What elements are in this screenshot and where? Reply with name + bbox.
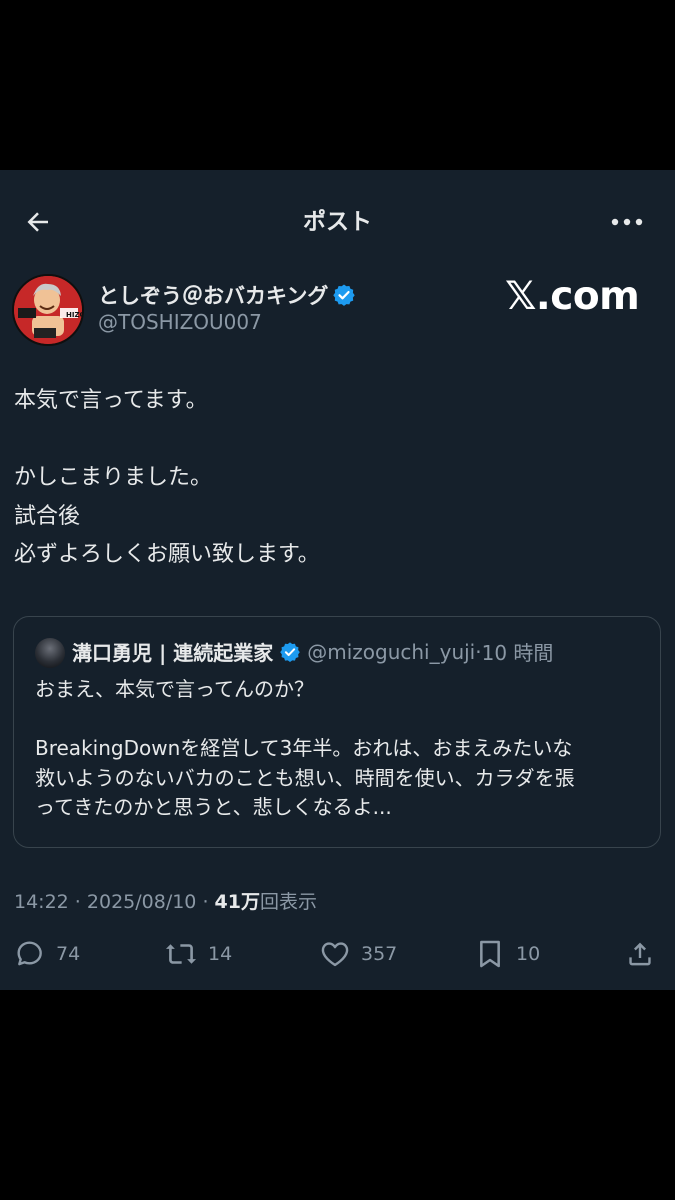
share-icon [629, 942, 651, 966]
author-display-name: としぞう＠おバカキング [98, 284, 329, 308]
quoted-line: おまえ、本気で言ってんのか？ [35, 677, 314, 701]
heart-icon [321, 942, 349, 967]
more-horizontal-icon [611, 218, 643, 226]
quoted-author-handle: @mizoguchi_yuji [307, 639, 476, 664]
author-handle[interactable]: @TOSHIZOU007 [98, 310, 262, 334]
share-button[interactable] [624, 934, 656, 974]
quoted-post-header: 溝口勇児 | 連続起業家 @mizoguchi_yuji · 10 時間 [72, 637, 553, 666]
verified-badge-icon [332, 283, 356, 307]
author-name[interactable]: としぞう＠おバカキング [98, 280, 356, 310]
author-avatar[interactable]: HIZO [12, 274, 84, 346]
tweet-line: 必ずよろしくお願い致します。 [14, 542, 320, 567]
avatar-image: HIZO [14, 276, 82, 344]
meta-separator: · [68, 891, 87, 913]
quoted-line: BreakingDownを経営して3年半。おれは、おまえみたいな [35, 736, 573, 760]
bookmark-button[interactable]: 10 [474, 934, 540, 974]
quoted-author-name: 溝口勇児 | 連続起業家 [72, 641, 274, 665]
repost-icon [165, 944, 197, 964]
reply-button[interactable]: 74 [14, 934, 80, 974]
post-screen: ポスト HIZO としぞう＠おバカキング [0, 170, 675, 990]
quoted-author-avatar [35, 638, 65, 668]
repost-count: 14 [208, 943, 233, 965]
post-time[interactable]: 14:22 [14, 891, 69, 913]
tweet-line: 試合後 [14, 503, 81, 529]
top-bar: ポスト [0, 170, 675, 270]
like-count: 357 [361, 943, 398, 965]
quoted-post[interactable]: 溝口勇児 | 連続起業家 @mizoguchi_yuji · 10 時間 おまえ… [13, 616, 661, 848]
reply-count: 74 [56, 943, 81, 965]
views-label: 回表示 [259, 891, 317, 913]
tweet-text: 本気で言ってます。 かしこまりました。 試合後 必ずよろしくお願い致します。 [14, 382, 654, 575]
tweet-line: かしこまりました。 [14, 465, 213, 490]
post-meta: 14:22 · 2025/08/10 · 41万回表示 [14, 887, 317, 914]
verified-badge-icon [279, 641, 301, 663]
svg-text:HIZO: HIZO [66, 311, 82, 319]
quoted-line: ってきたのかと思うと、悲しくなるよ... [35, 795, 392, 819]
quoted-post-text: おまえ、本気で言ってんのか？ BreakingDownを経営して3年半。おれは、… [35, 675, 645, 823]
x-com-watermark: 𝕏.com [505, 274, 640, 319]
action-bar: 74 14 357 10 [0, 934, 675, 974]
views-count: 41万 [214, 891, 260, 913]
repost-button[interactable]: 14 [164, 934, 232, 974]
meta-separator: · [196, 891, 215, 913]
reply-icon [17, 941, 42, 966]
bookmark-icon [480, 940, 500, 968]
quoted-post-time: 10 時間 [481, 641, 554, 665]
post-date[interactable]: 2025/08/10 [87, 891, 197, 913]
quoted-line-blank [35, 705, 645, 735]
more-button[interactable] [607, 202, 647, 242]
bookmark-count: 10 [516, 943, 541, 965]
like-button[interactable]: 357 [319, 934, 397, 974]
tweet-line: 本気で言ってます。 [14, 388, 208, 413]
page-title: ポスト [303, 209, 372, 235]
quoted-line: 救いようのないバカのことも想い、時間を使い、カラダを張 [35, 765, 575, 790]
